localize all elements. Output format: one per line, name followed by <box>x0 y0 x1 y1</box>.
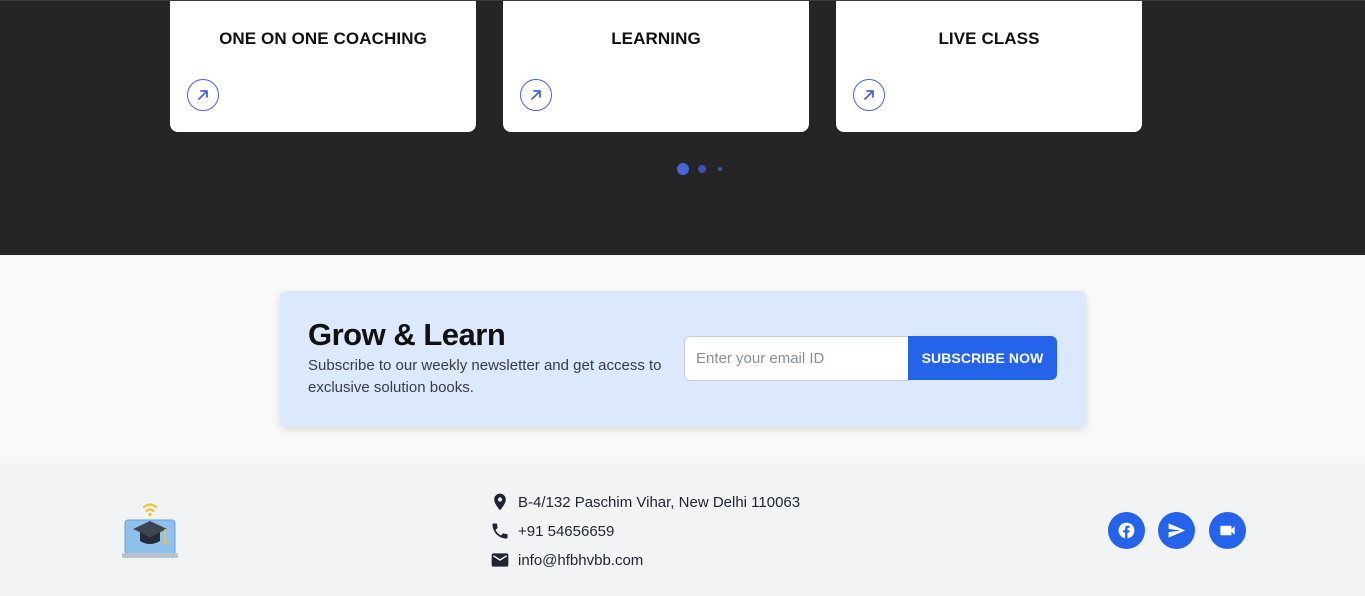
map-pin-icon <box>494 493 506 511</box>
newsletter-card: Grow & Learn Subscribe to our weekly new… <box>280 291 1086 427</box>
email-input[interactable] <box>684 336 910 381</box>
arrow-up-right-icon[interactable] <box>853 79 885 111</box>
carousel-dot-active[interactable] <box>677 163 689 175</box>
carousel-dot[interactable] <box>698 165 706 173</box>
address-row: B-4/132 Paschim Vihar, New Delhi 110063 <box>490 491 800 513</box>
mail-icon <box>491 553 509 567</box>
newsletter-description: Subscribe to our weekly newsletter and g… <box>308 357 662 396</box>
send-icon[interactable] <box>1158 512 1195 549</box>
footer: B-4/132 Paschim Vihar, New Delhi 110063 … <box>0 463 1365 596</box>
facebook-icon[interactable] <box>1108 512 1145 549</box>
card-title: LEARNING <box>611 29 701 48</box>
service-card-live-class[interactable]: LIVE CLASS <box>836 1 1142 132</box>
phone-icon <box>492 523 508 539</box>
address-text: B-4/132 Paschim Vihar, New Delhi 110063 <box>518 493 801 511</box>
newsletter-title: Grow & Learn <box>308 317 506 352</box>
arrow-up-right-icon[interactable] <box>520 79 552 111</box>
subscribe-button[interactable]: SUBSCRIBE NOW <box>908 336 1057 380</box>
carousel-pagination <box>0 161 1365 177</box>
service-card-coaching[interactable]: ONE ON ONE COACHING <box>170 1 476 132</box>
carousel-dot[interactable] <box>718 167 722 171</box>
graduation-cap-laptop-icon[interactable] <box>118 499 182 563</box>
phone-text: +91 54656659 <box>518 522 615 540</box>
video-camera-icon[interactable] <box>1209 512 1246 549</box>
service-card-learning[interactable]: LEARNING <box>503 1 809 132</box>
services-section: ONE ON ONE COACHING LEARNING LIVE CLASS <box>0 0 1365 255</box>
email-text[interactable]: info@hfbhvbb.com <box>518 552 643 569</box>
email-row: info@hfbhvbb.com <box>490 549 643 571</box>
card-title: ONE ON ONE COACHING <box>219 29 427 48</box>
newsletter-section: Grow & Learn Subscribe to our weekly new… <box>0 255 1365 463</box>
phone-row: +91 54656659 <box>490 520 614 542</box>
arrow-up-right-icon[interactable] <box>187 79 219 111</box>
card-title: LIVE CLASS <box>938 29 1040 48</box>
